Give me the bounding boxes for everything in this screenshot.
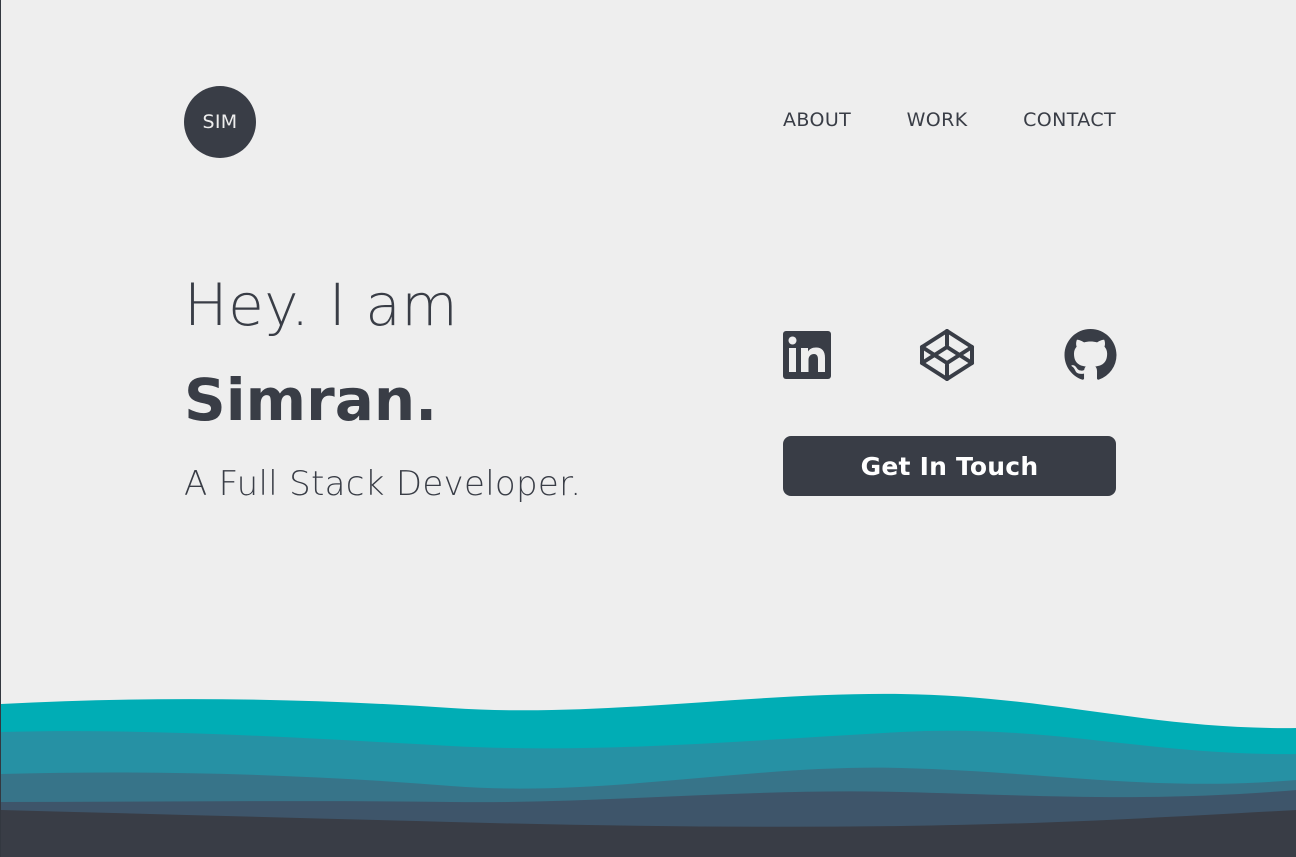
main-nav: ABOUT WORK CONTACT bbox=[783, 109, 1116, 131]
github-icon[interactable] bbox=[1064, 329, 1117, 381]
codepen-icon[interactable] bbox=[919, 329, 975, 381]
hero-greeting: Hey. I am bbox=[184, 271, 459, 339]
hero-tagline: A Full Stack Developer. bbox=[184, 464, 582, 504]
nav-link-about[interactable]: ABOUT bbox=[783, 109, 851, 131]
nav-link-contact[interactable]: CONTACT bbox=[1023, 109, 1116, 131]
decorative-waves bbox=[1, 693, 1296, 857]
logo-text: SIM bbox=[202, 111, 238, 133]
logo[interactable]: SIM bbox=[184, 86, 256, 158]
hero-name: Simran. bbox=[184, 366, 438, 434]
nav-link-work[interactable]: WORK bbox=[907, 109, 968, 131]
get-in-touch-button[interactable]: Get In Touch bbox=[783, 436, 1116, 496]
linkedin-icon[interactable] bbox=[783, 329, 831, 381]
